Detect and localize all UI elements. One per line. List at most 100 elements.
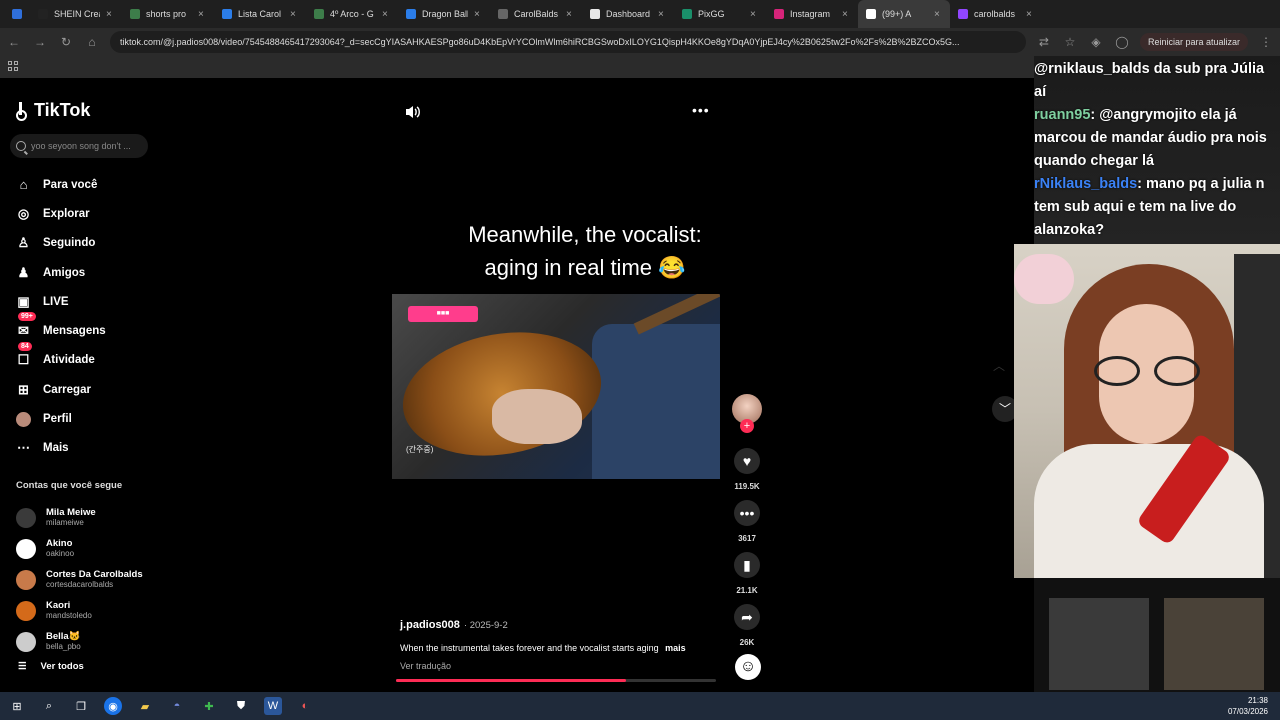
following-handle: milameiwe: [46, 518, 84, 527]
tab-favicon-icon: [498, 9, 508, 19]
browser-tab[interactable]: Dashboard ×: [582, 0, 674, 28]
close-tab-icon[interactable]: ×: [842, 9, 850, 20]
more-icon: ⋯: [17, 440, 30, 456]
following-item[interactable]: Mila Meiwe milameiwe: [16, 502, 156, 533]
comment-icon[interactable]: •••: [734, 500, 760, 526]
browser-tab[interactable]: (99+) A ×: [858, 0, 950, 28]
share-icon[interactable]: ➦: [734, 604, 760, 630]
browser-tab[interactable]: PixGG ×: [674, 0, 766, 28]
update-browser-button[interactable]: Reiniciar para atualizar: [1139, 33, 1248, 51]
browser-tab[interactable]: Dragon Ball ×: [398, 0, 490, 28]
nav-item[interactable]: ▣ LIVE: [16, 287, 156, 316]
apps-grid-icon[interactable]: [8, 61, 18, 71]
close-tab-icon[interactable]: ×: [658, 9, 666, 20]
obs-icon[interactable]: ◐: [296, 697, 314, 715]
video-progress-bar[interactable]: [396, 679, 716, 682]
translate-icon[interactable]: ⇄: [1036, 34, 1052, 50]
shield-icon[interactable]: ⛊: [232, 697, 250, 715]
home-icon[interactable]: ⌂: [84, 34, 100, 50]
search-taskbar-icon[interactable]: ⌕: [40, 697, 58, 715]
tab-favicon-icon: [682, 9, 692, 19]
chat-message: @rniklaus_balds da sub pra Júlia aí: [1034, 58, 1280, 104]
browser-tab[interactable]: carolbalds ×: [950, 0, 1042, 28]
bookmark-star-icon[interactable]: ☆: [1062, 34, 1078, 50]
side-thumbnail[interactable]: [1049, 598, 1149, 690]
nav-label: Para você: [43, 178, 98, 191]
avatar: [16, 569, 36, 590]
nav-item[interactable]: ♙ Seguindo: [16, 229, 156, 258]
tab-favicon-icon: [38, 9, 48, 19]
following-item[interactable]: Kaori mandstoledo: [16, 595, 156, 626]
close-tab-icon[interactable]: ×: [1026, 9, 1034, 20]
close-tab-icon[interactable]: ×: [750, 9, 758, 20]
follow-plus-icon[interactable]: +: [740, 419, 754, 433]
see-all-label: Ver todos: [40, 661, 84, 672]
following-item[interactable]: Bella🐱 bella_pbo: [16, 626, 156, 657]
close-tab-icon[interactable]: ×: [290, 9, 298, 20]
following-item[interactable]: Akino oakinoo: [16, 533, 156, 564]
search-box[interactable]: [10, 134, 148, 158]
tab-title: CarolBalds: [514, 9, 559, 19]
browser-tab[interactable]: Instagram ×: [766, 0, 858, 28]
close-tab-icon[interactable]: ×: [566, 9, 574, 20]
webcam-glasses: [1094, 356, 1204, 386]
nav-label: Carregar: [43, 383, 91, 396]
task-view-icon[interactable]: ❐: [72, 697, 90, 715]
close-tab-icon[interactable]: ×: [106, 9, 114, 20]
following-handle: mandstoledo: [46, 611, 92, 620]
url-field[interactable]: tiktok.com/@j.padios008/video/7545488465…: [110, 31, 1026, 53]
like-heart-icon[interactable]: ♥: [734, 448, 760, 474]
browser-tab[interactable]: [4, 0, 30, 28]
forward-icon[interactable]: →: [32, 34, 48, 50]
search-input[interactable]: [31, 141, 141, 151]
nav-item[interactable]: Perfil: [16, 404, 156, 433]
screen: SHEIN Crea × shorts pro × Lista Carol × 4º Arc…: [0, 0, 1280, 720]
file-explorer-icon[interactable]: ▰: [136, 697, 154, 715]
nav-item[interactable]: ⌂ Para você: [16, 170, 156, 199]
browser-tab[interactable]: shorts pro ×: [122, 0, 214, 28]
nav-item[interactable]: ⋯ Mais: [16, 434, 156, 463]
discord-icon[interactable]: ◓: [168, 697, 186, 715]
browser-tab[interactable]: CarolBalds ×: [490, 0, 582, 28]
close-tab-icon[interactable]: ×: [474, 9, 482, 20]
xbox-icon[interactable]: ✚: [200, 697, 218, 715]
author-handle[interactable]: j.padios008: [400, 619, 460, 631]
following-list: Mila Meiwe milameiwe Akino oakinoo Cortes Da…: [16, 502, 156, 657]
nav-item[interactable]: ⊞ Carregar: [16, 375, 156, 404]
see-all-button[interactable]: ☰ Ver todos: [18, 661, 84, 672]
chrome-icon[interactable]: ◉: [104, 697, 122, 715]
start-icon[interactable]: ⊞: [8, 697, 26, 715]
browser-tab[interactable]: Lista Carol ×: [214, 0, 306, 28]
reload-icon[interactable]: ↻: [58, 34, 74, 50]
close-tab-icon[interactable]: ×: [934, 9, 942, 20]
profile-icon[interactable]: ◯: [1114, 34, 1130, 50]
video-frame[interactable]: ■■■ (간주중): [392, 294, 720, 479]
bookmark-icon[interactable]: ▮: [734, 552, 760, 578]
previous-video-icon[interactable]: ︿: [993, 357, 1005, 374]
browser-tab[interactable]: 4º Arco - G ×: [306, 0, 398, 28]
nav-item[interactable]: ♟ Amigos: [16, 258, 156, 287]
share-count: 26K: [739, 638, 755, 647]
translate-link[interactable]: Ver tradução: [400, 661, 720, 671]
following-item[interactable]: Cortes Da Carolbalds cortesdacarolbalds: [16, 564, 156, 595]
sound-disc-icon[interactable]: ☺: [735, 654, 761, 680]
nav-label: Perfil: [43, 413, 72, 426]
tiktok-logo[interactable]: TikTok: [16, 100, 90, 121]
browser-tab[interactable]: SHEIN Crea ×: [30, 0, 122, 28]
side-thumbnail[interactable]: [1164, 598, 1264, 690]
nav-item[interactable]: ◎ Explorar: [16, 199, 156, 228]
video-meta: j.padios008 · 2025-9-2 When the instrume…: [400, 619, 720, 671]
back-icon[interactable]: ←: [6, 34, 22, 50]
volume-icon[interactable]: [405, 105, 421, 119]
more-link[interactable]: mais: [665, 643, 686, 653]
nav-item[interactable]: ☐ 84 Atividade: [16, 341, 156, 375]
nav-item[interactable]: ✉ 99+ Mensagens: [16, 312, 156, 345]
video-more-options-icon[interactable]: •••: [692, 102, 710, 118]
windows-taskbar: ⊞ ⌕ ❐ ◉ ▰ ◓ ✚ ⛊ W ◐: [0, 692, 1280, 720]
close-tab-icon[interactable]: ×: [382, 9, 390, 20]
menu-icon[interactable]: ⋮: [1258, 34, 1274, 50]
close-tab-icon[interactable]: ×: [198, 9, 206, 20]
extensions-icon[interactable]: ◈: [1088, 34, 1104, 50]
word-icon[interactable]: W: [264, 697, 282, 715]
tab-title: Dragon Ball: [422, 9, 468, 19]
